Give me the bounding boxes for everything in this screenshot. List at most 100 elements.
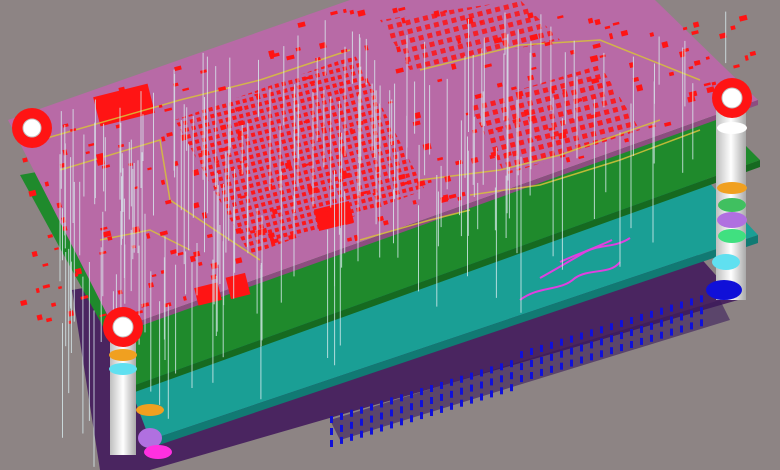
smd-pad <box>31 250 38 258</box>
bottom-pad <box>700 319 703 327</box>
bottom-pad <box>660 319 663 327</box>
bottom-pad <box>440 381 443 389</box>
bottom-pad <box>610 323 613 331</box>
standoff-ring-cyan <box>109 363 137 375</box>
bottom-pad <box>430 385 433 392</box>
smd-pad <box>36 314 43 321</box>
smd-pad <box>42 284 51 289</box>
bottom-pad <box>610 335 613 343</box>
bottom-pad <box>650 334 653 342</box>
bottom-pad <box>490 366 493 374</box>
bottom-pad <box>700 307 703 315</box>
bottom-pad <box>640 337 643 345</box>
bottom-pad <box>520 375 523 383</box>
standoff-post-top-left <box>12 108 52 148</box>
smd-pad <box>20 299 28 307</box>
smd-pad <box>733 64 740 69</box>
bottom-pad <box>450 402 453 410</box>
smd-pad <box>749 50 757 57</box>
smd-pad <box>45 317 53 323</box>
smd-pad <box>730 25 736 31</box>
bottom-pad <box>550 341 553 349</box>
bottom-pad <box>480 393 483 401</box>
bottom-pad <box>690 322 693 330</box>
bottom-pad <box>490 390 493 398</box>
bottom-pad <box>640 325 643 333</box>
bottom-pad <box>400 394 403 402</box>
bottom-pad <box>620 320 623 328</box>
bottom-pad <box>340 412 343 420</box>
bottom-pad <box>640 313 643 321</box>
bottom-pad <box>530 360 533 367</box>
bottom-pad <box>580 356 583 364</box>
bottom-pad <box>570 335 573 343</box>
bottom-pad <box>400 406 403 414</box>
bottom-pad <box>330 440 333 447</box>
bottom-pad <box>580 332 583 340</box>
bottom-pad <box>590 341 593 349</box>
bottom-pad <box>450 390 453 398</box>
bottom-pad <box>370 427 373 435</box>
bottom-pad <box>510 384 513 392</box>
bottom-pad <box>350 409 353 417</box>
bottom-pad <box>410 403 413 411</box>
bottom-pad <box>470 396 473 404</box>
bottom-pad <box>600 350 603 358</box>
bottom-pad <box>650 310 653 318</box>
bottom-pad <box>650 322 653 330</box>
bottom-pad <box>410 415 413 423</box>
bottom-pad <box>360 406 363 414</box>
standoff-ring-magenta <box>144 445 172 459</box>
bottom-pad <box>520 351 523 359</box>
bottom-pad <box>380 412 383 420</box>
bottom-pad <box>540 344 543 352</box>
bottom-pad <box>380 424 383 432</box>
bottom-pad <box>340 424 343 432</box>
bottom-pad <box>560 362 563 370</box>
bottom-pad <box>350 421 353 429</box>
bottom-pad <box>500 375 503 383</box>
bottom-pad <box>660 307 663 315</box>
smd-pad <box>42 263 49 267</box>
bottom-pad <box>410 391 413 399</box>
pcb-3d-viewport[interactable] <box>0 0 780 470</box>
bottom-pad <box>530 372 533 379</box>
bottom-pad <box>380 400 383 408</box>
bottom-pad <box>590 353 593 361</box>
bottom-pad <box>620 332 623 340</box>
bottom-pad <box>370 403 373 411</box>
bottom-pad <box>630 341 633 348</box>
bottom-pad <box>660 331 663 339</box>
bottom-pad <box>370 415 373 423</box>
smd-pad <box>54 247 59 251</box>
bottom-pad <box>680 325 683 333</box>
bottom-pad <box>700 295 703 303</box>
smd-pad <box>22 157 28 163</box>
bottom-pad <box>680 301 683 309</box>
standoff-ring-purple <box>138 428 162 448</box>
bottom-pad <box>600 338 603 346</box>
bottom-pad <box>330 428 333 435</box>
bottom-pad <box>430 397 433 404</box>
bottom-pad <box>670 316 673 324</box>
bottom-pad <box>330 416 333 423</box>
bottom-pad <box>610 347 613 355</box>
bottom-pad <box>460 387 463 395</box>
bottom-pad <box>480 369 483 377</box>
bottom-pad <box>470 384 473 392</box>
bottom-pad <box>680 313 683 321</box>
smd-pad <box>682 26 688 31</box>
bottom-pad <box>550 353 553 361</box>
bottom-pad <box>570 347 573 355</box>
bottom-pad <box>670 304 673 312</box>
smd-pad <box>47 234 54 239</box>
bottom-pad <box>460 375 463 383</box>
bottom-pad <box>440 393 443 401</box>
bottom-pad <box>360 430 363 438</box>
bottom-pad <box>420 388 423 396</box>
smd-pad <box>691 30 699 36</box>
bottom-pad <box>670 328 673 336</box>
bottom-pad <box>580 344 583 352</box>
standoff-ring-orange <box>109 349 137 361</box>
bottom-pad <box>550 365 553 373</box>
